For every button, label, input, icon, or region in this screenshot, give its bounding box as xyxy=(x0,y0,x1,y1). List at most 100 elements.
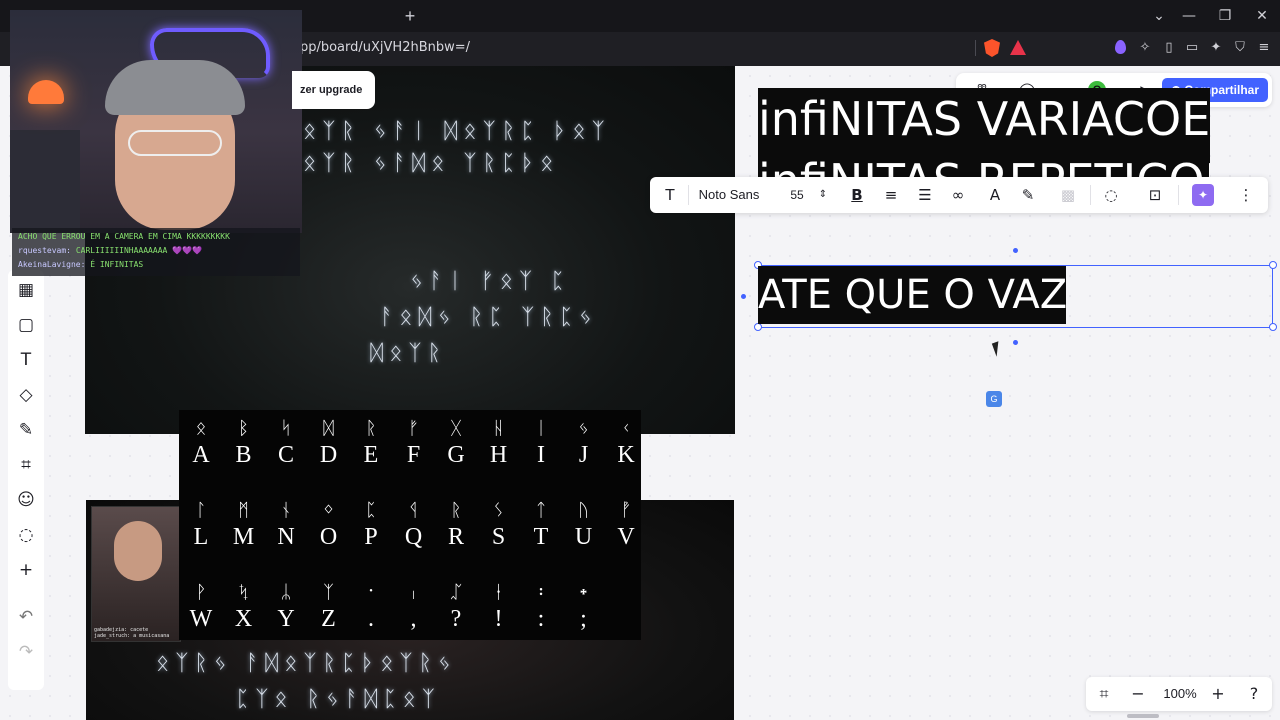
help-icon[interactable]: ? xyxy=(1244,684,1264,704)
highlight-icon[interactable]: ✎ xyxy=(1018,185,1038,205)
comment-icon[interactable]: ◌ xyxy=(1100,185,1122,205)
text-format-toolbar: T Noto Sans 55 ⇕ B ≡ ☰ ∞ A ✎ ▩ ◌ ⊡ ⋮ xyxy=(650,177,1268,213)
horizontal-scrollbar[interactable] xyxy=(1127,714,1159,718)
close-window-button[interactable]: ✕ xyxy=(1250,6,1274,26)
redo-icon[interactable]: ↷ xyxy=(14,640,38,664)
glyph-line: ᛃᚨᛁ ᚠᛟᛉ ᛈ xyxy=(410,269,571,294)
zoom-out-button[interactable]: − xyxy=(1128,684,1148,704)
comment-icon[interactable]: ◌ xyxy=(14,523,38,547)
upgrade-button[interactable]: zer upgrade xyxy=(292,71,375,109)
leo-ai-icon[interactable]: ✦ xyxy=(1206,38,1226,58)
latin-letter: R xyxy=(447,524,464,550)
alphabet-cell: ᚹW xyxy=(180,580,222,632)
emoji-icon[interactable]: ☺ xyxy=(14,488,38,512)
alphabet-cell: ᛈP xyxy=(350,498,392,550)
extension-drop-icon[interactable] xyxy=(1115,40,1126,54)
text-color-icon[interactable]: A xyxy=(986,185,1004,205)
alien-glyph: ᚷ xyxy=(450,418,462,439)
sticky-note-icon[interactable]: ▢ xyxy=(14,313,38,337)
font-size-stepper[interactable]: ⇕ xyxy=(816,185,830,205)
glyph-line: ᛞᛟᛉᚱ xyxy=(370,341,447,366)
font-size-input[interactable]: 55 xyxy=(786,185,808,205)
alien-glyph: ᛋ xyxy=(280,418,292,439)
latin-letter: ! xyxy=(494,606,503,632)
resize-handle[interactable] xyxy=(1269,261,1277,269)
chat-line: AkeinaLavigne: É INFINITAS xyxy=(18,260,144,269)
vpn-icon[interactable]: ⛉ xyxy=(1230,38,1250,58)
glyph-line: ᚨᛟᛞᛃ ᚱᛈ ᛉᚱᛈᛃ xyxy=(380,305,598,330)
latin-letter: F xyxy=(406,442,421,468)
more-options-icon[interactable]: ⋮ xyxy=(1236,185,1256,205)
translate-icon[interactable]: G xyxy=(986,391,1002,407)
more-tools-icon[interactable]: + xyxy=(14,558,38,582)
brave-shield-icon[interactable] xyxy=(984,39,1000,57)
list-icon[interactable]: ☰ xyxy=(916,185,934,205)
alien-glyph: ᛊ xyxy=(493,500,504,521)
lock-icon[interactable]: ⊡ xyxy=(1144,185,1166,205)
connector-dot[interactable] xyxy=(741,294,746,299)
address-bar[interactable]: app/board/uXjVH2hBnbw=/ xyxy=(292,36,982,60)
latin-letter: C xyxy=(277,442,294,468)
latin-letter: E xyxy=(363,442,379,468)
templates-icon[interactable]: ▦ xyxy=(14,278,38,302)
fill-icon[interactable]: ▩ xyxy=(1058,185,1078,205)
zoom-in-button[interactable]: + xyxy=(1208,684,1228,704)
bold-icon[interactable]: B xyxy=(848,185,866,205)
link-icon[interactable]: ∞ xyxy=(948,185,968,205)
connector-dot[interactable] xyxy=(1013,248,1018,253)
alphabet-cell: ᛫. xyxy=(350,580,392,632)
frame-icon[interactable]: ⌗ xyxy=(14,453,38,477)
text-tool-icon[interactable]: T xyxy=(14,348,38,372)
fit-to-screen-icon[interactable]: ⌗ xyxy=(1094,684,1114,704)
resize-handle[interactable] xyxy=(1269,323,1277,331)
sidebar-icon[interactable]: ▯ xyxy=(1159,38,1179,58)
alien-glyph: ᛫ xyxy=(365,582,377,603)
align-icon[interactable]: ≡ xyxy=(882,185,900,205)
alien-glyph: ᛢ xyxy=(450,582,462,603)
glyph-line: ᛟᛉᚱᛃ ᚨᛞᛟᛉᚱᛈᚦᛟᛉᚱᛃ xyxy=(156,651,457,676)
alphabet-key-image[interactable]: ᛟAᛒBᛋCᛞDᚱEᚠFᚷGᚺHᛁIᛃJᚲKᛚLᛗMᚾNᛜOᛈPᛩQᚱRᛊSᛏT… xyxy=(179,410,641,640)
undo-icon[interactable]: ↶ xyxy=(14,605,38,629)
alphabet-cell: ᛃJ xyxy=(563,416,605,468)
alphabet-cell: ᛬: xyxy=(520,580,562,632)
pen-icon[interactable]: ✎ xyxy=(14,418,38,442)
alien-glyph: ᛗ xyxy=(238,500,249,521)
zoom-level[interactable]: 100% xyxy=(1158,684,1202,704)
alphabet-cell: ᚷG xyxy=(435,416,477,468)
font-family-select[interactable]: Noto Sans xyxy=(696,185,762,205)
latin-letter: V xyxy=(617,524,635,550)
wallet-icon[interactable]: ▭ xyxy=(1182,38,1202,58)
connector-dot[interactable] xyxy=(1013,340,1018,345)
ai-assist-icon[interactable]: ✦ xyxy=(1192,184,1214,206)
latin-letter: Z xyxy=(321,606,336,632)
brave-rewards-icon[interactable] xyxy=(1010,40,1026,55)
latin-letter: ? xyxy=(450,606,462,632)
alphabet-cell: ᚺH xyxy=(478,416,520,468)
minimize-button[interactable]: — xyxy=(1177,6,1201,26)
text-type-icon[interactable]: T xyxy=(660,185,680,205)
latin-letter: ; xyxy=(580,606,587,632)
tab-search-button[interactable]: ⌄ xyxy=(1147,6,1171,26)
shapes-icon[interactable]: ◇ xyxy=(14,383,38,407)
latin-letter: G xyxy=(447,442,465,468)
extensions-icon[interactable]: ✧ xyxy=(1135,38,1155,58)
latin-letter: J xyxy=(578,442,589,468)
new-tab-button[interactable]: + xyxy=(400,6,420,26)
resize-handle[interactable] xyxy=(754,323,762,331)
latin-letter: T xyxy=(533,524,549,550)
glyph-line: ᛟᛉᚱ ᛃᚨᛁ ᛞᛟᛉᚱᛈ ᚦᛟᛉ xyxy=(303,119,611,144)
mini-webcam-face xyxy=(114,521,162,581)
alien-glyph: ᚾ xyxy=(280,500,292,521)
alien-glyph: ᚺ xyxy=(493,418,504,439)
latin-letter: : xyxy=(537,606,545,632)
webcam-lamp xyxy=(28,80,64,104)
menu-icon[interactable]: ≡ xyxy=(1254,38,1274,58)
alien-glyph: ᛁ xyxy=(535,418,547,439)
restore-button[interactable]: ❐ xyxy=(1213,6,1237,26)
alphabet-cell: ᛢ? xyxy=(435,580,477,632)
board-text-block[interactable]: infiNITAS VARIACOES, infiNITAS REPETICOE… xyxy=(758,88,1210,178)
latin-letter: N xyxy=(277,524,295,550)
alphabet-cell: ᚡV xyxy=(605,498,647,550)
selected-text-block[interactable]: ATE QUE O VAZ xyxy=(758,266,1066,324)
glyph-line: ᛟᛉᚱ ᛃᚨᛞᛟ ᛉᚱᛈᚦᛟ xyxy=(303,151,560,176)
